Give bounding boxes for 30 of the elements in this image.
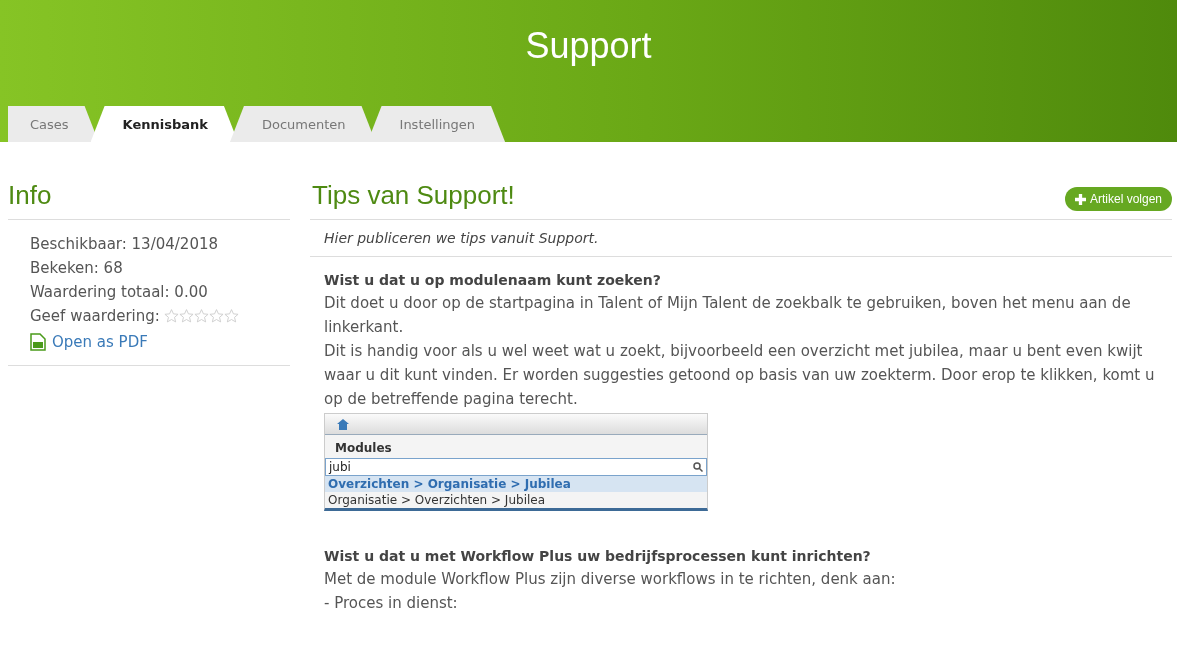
pdf-link[interactable]: Open as PDF <box>30 333 290 351</box>
rating-label: Geef waardering: <box>30 307 160 325</box>
star-rating[interactable] <box>163 309 239 323</box>
info-line: Waardering totaal: 0.00 <box>30 282 209 303</box>
pdf-file-icon <box>30 333 46 351</box>
info-line: Beschikbaar: 13/04/2018 <box>30 234 220 255</box>
star-icon[interactable] <box>193 309 209 323</box>
follow-button[interactable]: Artikel volgen <box>1064 187 1172 211</box>
intro-text: Hier publiceren we tips vanuit Support. <box>310 220 1172 257</box>
page-title: Support <box>524 24 653 68</box>
star-icon[interactable] <box>178 309 194 323</box>
paragraph: - Proces in dienst: <box>324 593 459 614</box>
star-icon[interactable] <box>208 309 224 323</box>
search-field[interactable]: jubi <box>325 458 707 476</box>
search-result[interactable]: Organisatie > Overzichten > Jubilea <box>325 492 707 508</box>
star-icon[interactable] <box>163 309 179 323</box>
info-line: Bekeken: 68 <box>30 258 124 279</box>
article-title: Tips van Support! <box>311 180 516 212</box>
paragraph: Dit is handig voor als u wel weet wat u zoekt, bijvoorbeeld een overzicht met jubilea, maar u bent even kwijt waar u dit kunt vinden. Er worden suggesties getoond op basis van uw zoekterm. Door erop te klikken, komt u op de betreffende pagina terecht. <box>324 341 1156 410</box>
sidebar-title: Info <box>8 180 290 220</box>
section-heading: Wist u dat u op modulenaam kunt zoeken? <box>324 271 662 290</box>
paragraph: Dit doet u door op de startpagina in Talent of Mijn Talent de zoekbalk te gebruiken, boven het menu aan de linkerkant. <box>324 293 1132 338</box>
section-heading: Wist u dat u met Workflow Plus uw bedrijfsprocessen kunt inrichten? <box>324 547 872 566</box>
paragraph: Met de module Workflow Plus zijn diverse workflows in te richten, denk aan: <box>324 569 897 590</box>
search-result[interactable]: Overzichten > Organisatie > Jubilea <box>325 476 707 492</box>
star-icon[interactable] <box>223 309 239 323</box>
home-icon <box>337 418 349 430</box>
plus-icon <box>1074 193 1086 205</box>
modules-heading: Modules <box>334 440 393 457</box>
search-icon <box>693 462 703 472</box>
